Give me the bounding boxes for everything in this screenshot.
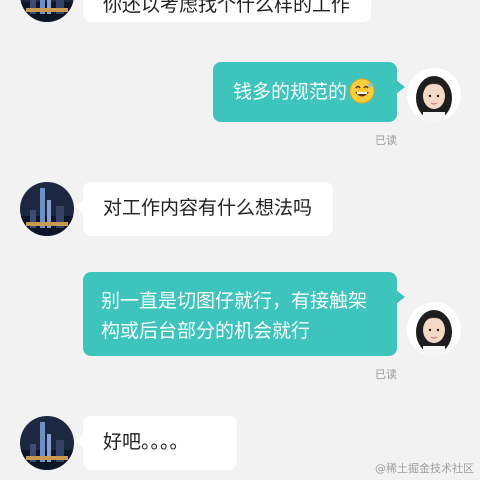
contact-avatar[interactable]: [20, 0, 74, 22]
contact-avatar[interactable]: [20, 182, 74, 236]
my-avatar[interactable]: [407, 302, 461, 356]
message-bubble-outgoing[interactable]: 别一直是切图仔就行，有接触架构或后台部分的机会就行: [83, 272, 405, 356]
message-bubble-outgoing[interactable]: 钱多的规范的: [213, 62, 405, 122]
message-bubble-incoming[interactable]: 你还以考虑找个什么样的工作: [83, 0, 371, 22]
read-status: 已读: [375, 368, 397, 381]
read-status: 已读: [375, 134, 397, 147]
message-bubble-incoming[interactable]: 对工作内容有什么想法吗: [75, 182, 333, 236]
message-bubble-incoming[interactable]: 好吧。。。。: [75, 416, 237, 470]
grinning-sweat-face-icon: [349, 78, 375, 104]
message-text: 钱多的规范的: [233, 81, 348, 103]
my-avatar[interactable]: [407, 68, 461, 122]
contact-avatar[interactable]: [20, 416, 74, 470]
watermark: @稀土掘金技术社区: [375, 462, 474, 475]
